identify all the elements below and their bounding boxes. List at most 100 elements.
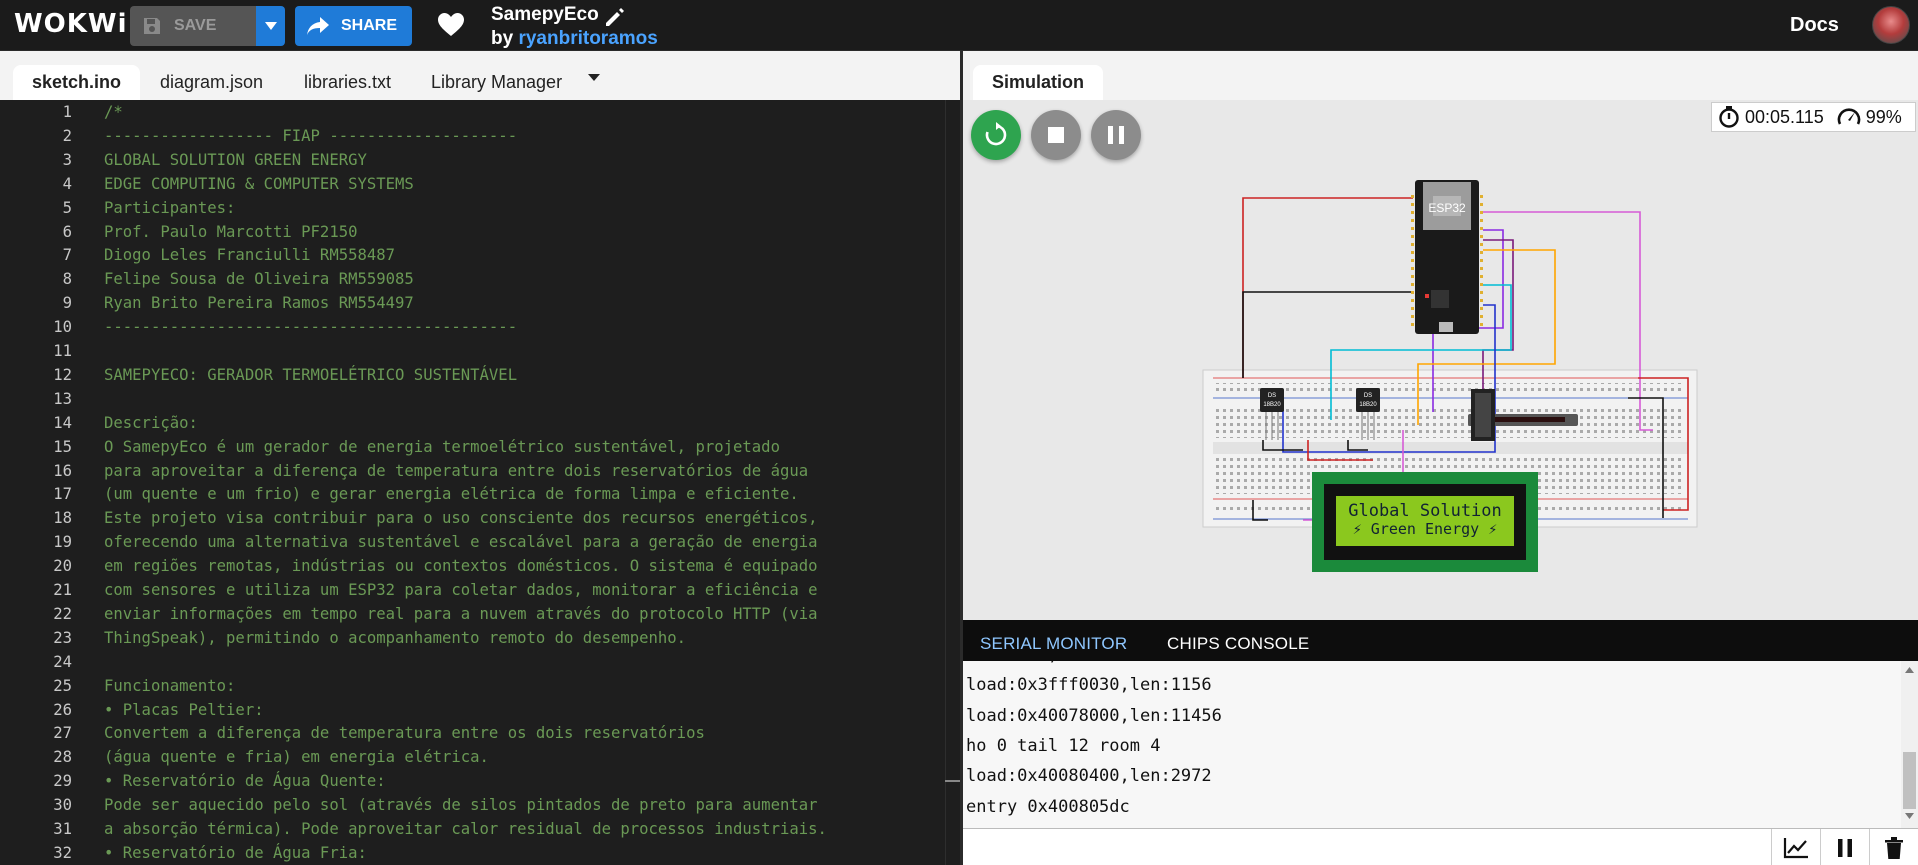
simulation-canvas[interactable]: 00:05.115 99% ESP32 DS 18B20 DS 18B20 Gl…	[963, 100, 1918, 620]
code-text: /*	[104, 103, 123, 121]
tab-sketch-ino[interactable]: sketch.ino	[13, 65, 141, 100]
serial-pause-button[interactable]	[1820, 829, 1869, 865]
code-text: EDGE COMPUTING & COMPUTER SYSTEMS	[104, 174, 414, 193]
wokwi-logo[interactable]: WOKWi	[14, 9, 128, 39]
serial-line: mode:DIO, clock div:2	[966, 661, 1181, 665]
tabs-menu-caret-icon[interactable]	[588, 74, 600, 81]
line-number: 14	[53, 413, 72, 432]
clear-button[interactable]	[1869, 829, 1918, 865]
code-text: Funcionamento:	[104, 676, 236, 695]
code-text: para aproveitar a diferença de temperatu…	[104, 461, 809, 480]
line-number: 5	[62, 198, 72, 217]
project-name[interactable]: SamepyEco	[491, 4, 599, 26]
scroll-down-icon[interactable]	[1905, 813, 1914, 819]
tab-libraries-txt[interactable]: libraries.txt	[285, 65, 410, 100]
serial-input-field[interactable]	[963, 828, 1771, 865]
code-text: a absorção térmica). Pode aproveitar cal…	[104, 820, 827, 838]
line-number: 12	[53, 365, 72, 384]
code-text: oferecendo uma alternativa sustentável e…	[104, 533, 818, 552]
line-number: 8	[62, 270, 72, 289]
docs-link[interactable]: Docs	[1790, 14, 1839, 37]
trash-icon	[1885, 836, 1903, 859]
lcd-line-2: ⚡ Green Energy ⚡	[1353, 520, 1498, 538]
line-number: 10	[53, 318, 72, 337]
serial-line: ho 0 tail 12 room 4	[966, 735, 1161, 756]
editor-scrollbar[interactable]	[945, 100, 960, 865]
circuit-diagram: ESP32 DS 18B20 DS 18B20 Global Solution …	[1202, 171, 1698, 572]
code-text: • Reservatório de Água Fria:	[104, 843, 367, 862]
code-text: Ryan Brito Pereira Ramos RM554497	[104, 294, 414, 313]
code-editor[interactable]: 1 /* 2 ------------------ FIAP ------------…	[0, 100, 945, 865]
tab-diagram-json[interactable]: diagram.json	[141, 65, 282, 100]
console-tabs: SERIAL MONITOR CHIPS CONSOLE	[963, 620, 1918, 661]
wire-red	[1242, 197, 1413, 378]
author-link[interactable]: ryanbritoramos	[518, 28, 657, 49]
editor-scroll-marker	[945, 780, 960, 782]
floppy-icon	[144, 18, 160, 34]
serial-scroll-thumb[interactable]	[1903, 752, 1916, 809]
project-author: by ryanbritoramos	[491, 28, 658, 50]
code-text: Prof. Paulo Marcotti PF2150	[104, 222, 358, 241]
line-number: 29	[53, 772, 72, 791]
code-text: O SamepyEco é um gerador de energia term…	[104, 437, 780, 456]
line-number: 31	[53, 820, 72, 838]
code-text: em regiões remotas, indústrias ou contex…	[104, 557, 818, 576]
tab-library-manager[interactable]: Library Manager	[412, 65, 581, 100]
save-dropdown-button[interactable]	[256, 6, 285, 46]
simulation-tabs: Simulation	[963, 51, 1918, 100]
heart-icon[interactable]	[438, 13, 464, 42]
code-text: Diogo Leles Franciulli RM558487	[104, 246, 396, 265]
code-text: ThingSpeak), permitindo o acompanhamento…	[104, 628, 687, 647]
line-number: 22	[53, 604, 72, 623]
line-number: 18	[53, 509, 72, 528]
sensor-2-label-bottom: 18B20	[1359, 402, 1377, 408]
line-number: 23	[53, 628, 72, 647]
code-text: SAMEPYECO: GERADOR TERMOELÉTRICO SUSTENT…	[104, 365, 518, 384]
serial-line: load:0x3fff0030,len:1156	[966, 675, 1212, 696]
caret-down-icon	[264, 22, 277, 30]
line-number: 28	[53, 748, 72, 767]
line-number: 24	[53, 652, 72, 671]
share-label: SHARE	[341, 17, 398, 34]
line-number: 20	[53, 557, 72, 576]
line-number: 21	[53, 581, 72, 599]
sensor-1-label-top: DS	[1268, 393, 1276, 399]
serial-toolbar	[1771, 828, 1918, 865]
line-number: 17	[53, 485, 72, 504]
code-text: com sensores e utiliza um ESP32 para col…	[104, 581, 818, 599]
line-number: 27	[53, 724, 72, 743]
line-number: 30	[53, 796, 72, 815]
share-button[interactable]: SHARE	[295, 6, 412, 46]
line-number: 9	[62, 294, 72, 313]
line-number: 15	[53, 437, 72, 456]
user-avatar[interactable]	[1872, 6, 1910, 44]
line-number: 2	[62, 126, 72, 145]
plotter-button[interactable]	[1771, 829, 1820, 865]
code-text: Convertem a diferença de temperatura ent…	[104, 724, 705, 743]
code-text: enviar informações em tempo real para a …	[104, 604, 818, 623]
wokwi-app: WOKWi SAVE SHARE SamepyEco by ryanbritor…	[0, 0, 1918, 865]
tab-chips-console[interactable]: CHIPS CONSOLE	[1167, 634, 1309, 654]
tab-serial-monitor[interactable]: SERIAL MONITOR	[980, 634, 1127, 654]
chart-line-icon	[1783, 837, 1808, 858]
serial-monitor-output[interactable]: mode:DIO, clock div:2 load:0x3fff0030,len…	[963, 661, 1901, 828]
line-number: 19	[53, 533, 72, 552]
lcd-display[interactable]: Global Solution ⚡ Green Energy ⚡	[1312, 472, 1538, 572]
code-text: • Placas Peltier:	[104, 700, 264, 719]
esp32-label: ESP32	[1428, 201, 1466, 215]
tab-simulation[interactable]: Simulation	[973, 65, 1104, 100]
scroll-up-icon[interactable]	[1905, 667, 1914, 673]
by-prefix: by	[491, 28, 519, 49]
save-button[interactable]: SAVE	[130, 6, 256, 46]
code-text: ----------------------------------------…	[104, 318, 518, 337]
line-number: 11	[53, 342, 72, 360]
wire-black	[1242, 291, 1413, 378]
esp32-board[interactable]: ESP32	[1411, 171, 1483, 334]
line-number: 7	[62, 246, 72, 265]
sensor-1-label-bottom: 18B20	[1263, 402, 1281, 408]
share-icon	[307, 17, 329, 35]
pause-icon	[1838, 838, 1852, 857]
serial-line: load:0x40078000,len:11456	[966, 705, 1222, 726]
line-number: 3	[62, 150, 72, 169]
editor-tabs: sketch.ino diagram.json libraries.txt Li…	[0, 51, 960, 100]
